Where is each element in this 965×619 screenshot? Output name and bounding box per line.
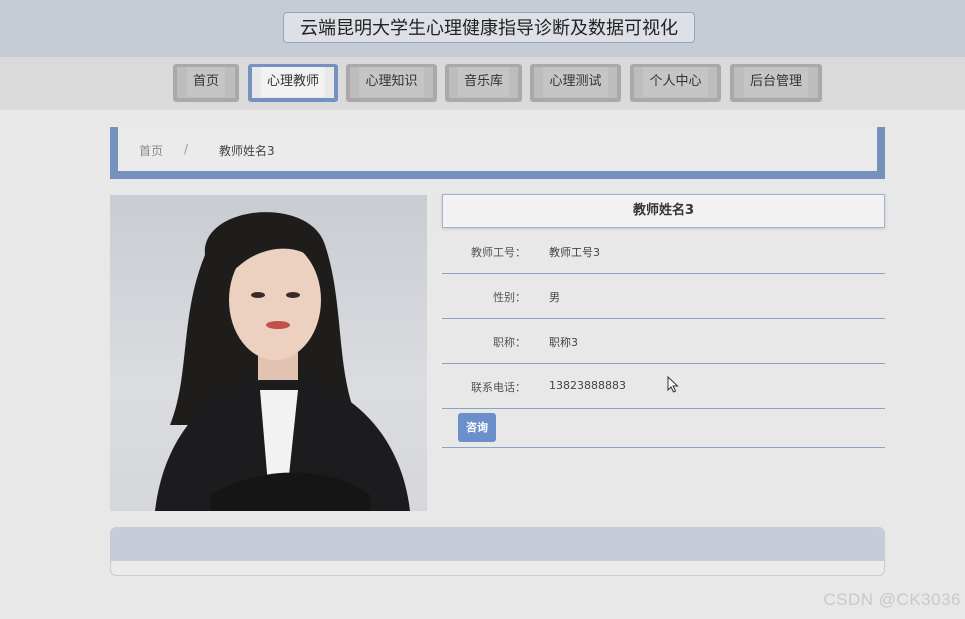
nav-item-admin[interactable]: 后台管理 — [730, 64, 822, 102]
mouse-cursor-icon — [667, 375, 679, 397]
nav-item-home[interactable]: 首页 — [173, 64, 239, 102]
breadcrumb-separator: / — [184, 142, 189, 156]
nav-item-label: 心理教师 — [260, 67, 325, 97]
field-value: 男 — [549, 291, 560, 304]
breadcrumb-current: 教师姓名3 — [219, 144, 275, 158]
breadcrumb-home-link[interactable]: 首页 — [139, 142, 163, 159]
consult-button[interactable]: 咨询 — [458, 413, 496, 442]
nav-item-label: 音乐库 — [457, 67, 509, 97]
field-label: 性别： — [493, 291, 526, 304]
info-row-gender: 性别： 男 — [442, 273, 885, 319]
field-label: 职称： — [493, 336, 526, 349]
nav-item-teachers[interactable]: 心理教师 — [248, 64, 338, 102]
nav-item-label: 个人中心 — [643, 67, 708, 97]
breadcrumb: 首页 / 教师姓名3 — [110, 127, 885, 179]
field-value: 职称3 — [549, 336, 578, 349]
field-value: 教师工号3 — [549, 246, 600, 259]
watermark-text: CSDN @CK3036 — [823, 590, 961, 609]
footer-bar — [111, 528, 884, 561]
info-row-phone: 联系电话： 13823888883 — [442, 363, 885, 409]
field-label: 教师工号： — [471, 246, 526, 259]
nav-item-profile[interactable]: 个人中心 — [630, 64, 721, 102]
site-header: 云端昆明大学生心理健康指导诊断及数据可视化 — [0, 0, 965, 57]
nav-item-music[interactable]: 音乐库 — [445, 64, 522, 102]
field-label: 联系电话： — [471, 381, 526, 394]
nav-item-label: 后台管理 — [743, 67, 808, 97]
field-value: 13823888883 — [549, 379, 626, 392]
info-row-id: 教师工号： 教师工号3 — [442, 228, 885, 274]
teacher-info-panel: 教师姓名3 教师工号： 教师工号3 性别： 男 职称： 职称3 联系电话： 13… — [442, 194, 885, 448]
site-title: 云端昆明大学生心理健康指导诊断及数据可视化 — [283, 12, 695, 43]
nav-item-label: 心理知识 — [359, 67, 424, 97]
divider — [442, 447, 885, 448]
teacher-name-heading: 教师姓名3 — [442, 194, 885, 228]
nav-item-test[interactable]: 心理测试 — [530, 64, 621, 102]
nav-item-knowledge[interactable]: 心理知识 — [346, 64, 437, 102]
nav-item-label: 首页 — [186, 67, 225, 97]
teacher-photo — [110, 195, 427, 511]
info-row-title: 职称： 职称3 — [442, 318, 885, 364]
footer-panel — [110, 527, 885, 576]
nav-item-label: 心理测试 — [543, 67, 608, 97]
